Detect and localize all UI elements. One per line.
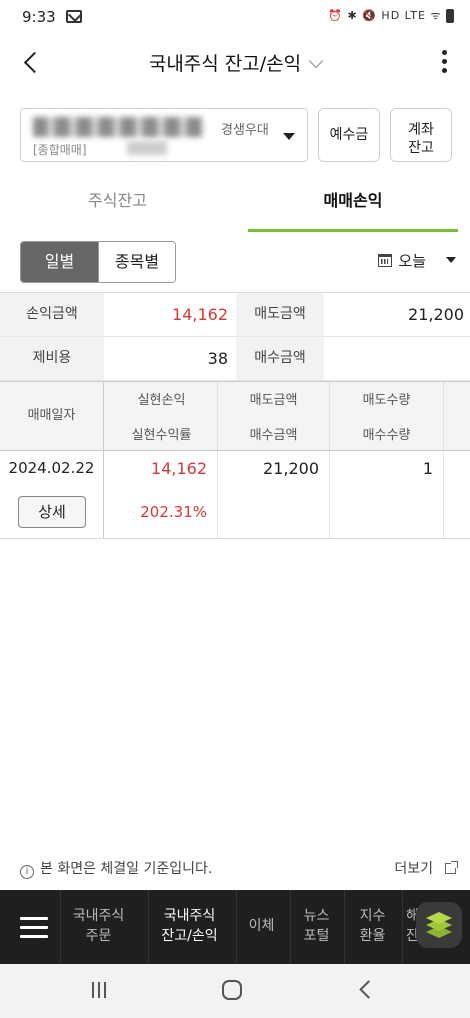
summary-row: 제비용 38 매수금액 — [0, 337, 470, 381]
account-balance-button[interactable]: 계좌 잔고 — [390, 108, 452, 162]
fees-value: 38 — [207, 349, 228, 368]
nav-label: 국내주식 — [163, 908, 216, 924]
layers-button[interactable] — [416, 902, 462, 948]
status-time: 9:33 — [22, 8, 56, 26]
account-type-redacted — [127, 141, 167, 155]
nav-label: 잔고/손익 — [161, 928, 218, 944]
dot-icon — [441, 59, 447, 64]
header-buy-qty: 매수수량 — [362, 428, 411, 443]
status-icons-text: ⏰ ✱ 🔇 HD LTE ᯤ — [328, 9, 442, 22]
system-nav-bar — [0, 964, 470, 1018]
tab-stock-balance[interactable]: 주식잔고 — [0, 174, 235, 232]
summary-row: 손익금액 14,162 매도금액 21,200 — [0, 293, 470, 337]
header-realized-pnl: 실현손익 — [137, 393, 186, 408]
row-sell-qty: 1 — [422, 459, 433, 478]
battery-icon — [446, 9, 454, 23]
recent-apps-button[interactable] — [92, 982, 110, 1000]
header-col-qty: 매도수량 매수수량 — [330, 382, 444, 450]
more-options-button[interactable] — [440, 50, 448, 78]
table-header: 매매일자 실현손익 실현수익률 매도금액 매수금액 매도수량 매수수량 — [0, 381, 470, 451]
layers-icon — [426, 912, 452, 924]
deposit-button[interactable]: 예수금 — [318, 108, 380, 162]
account-type: [종합매매] — [33, 143, 87, 157]
page-title[interactable]: 국내주식 잔고/손익 — [0, 49, 470, 76]
toggle-by-item[interactable]: 종목별 — [98, 242, 175, 282]
account-number-redacted — [33, 117, 203, 137]
account-selector[interactable]: 경생우대 [종합매매] — [20, 108, 308, 162]
trade-table: 매매일자 실현손익 실현수익률 매도금액 매수금액 매도수량 매수수량 2024… — [0, 381, 470, 539]
nav-domestic-balance[interactable]: 국내주식 잔고/손익 — [148, 890, 230, 964]
header-col-pnl: 실현손익 실현수익률 — [106, 382, 218, 450]
info-icon: i — [20, 865, 34, 879]
more-link[interactable]: 더보기 — [394, 858, 458, 878]
nav-index-fx[interactable]: 지수 환율 — [344, 890, 400, 964]
nav-label: 국내주식 — [72, 908, 125, 924]
external-link-icon — [445, 861, 458, 874]
summary-grid: 손익금액 14,162 매도금액 21,200 제비용 38 매수금액 — [0, 292, 470, 381]
caret-down-icon — [446, 257, 456, 263]
row-pnl-cell: 14,162 202.31% — [106, 451, 218, 538]
calendar-icon — [378, 254, 393, 267]
detail-button[interactable]: 상세 — [18, 496, 86, 528]
page-title-text: 국내주식 잔고/손익 — [148, 53, 302, 75]
dot-icon — [441, 68, 447, 73]
header-buy-amount: 매수금액 — [249, 428, 298, 443]
more-link-text: 더보기 — [394, 861, 433, 877]
nav-label: 뉴스 — [303, 908, 330, 924]
view-toggle: 일별 종목별 — [20, 241, 176, 283]
system-back-button[interactable] — [359, 980, 378, 999]
header-trade-date: 매매일자 — [0, 382, 104, 450]
caret-down-icon — [283, 133, 295, 140]
row-realized-pnl: 14,162 — [151, 459, 207, 478]
tab-bar: 주식잔고 매매손익 — [0, 174, 470, 232]
row-date: 2024.02.22 — [8, 459, 95, 477]
row-amount-cell: 21,200 — [218, 451, 330, 538]
bottom-nav: 국내주식 주문 국내주식 잔고/손익 이체 뉴스 포털 지수 환율 해 잔 — [0, 890, 470, 964]
chevron-down-icon — [309, 53, 324, 69]
pnl-amount-value: 14,162 — [172, 305, 228, 324]
row-qty-cell: 1 — [330, 451, 444, 538]
toggle-daily[interactable]: 일별 — [21, 242, 98, 282]
header-realized-return: 실현수익률 — [131, 428, 192, 443]
nav-domestic-order[interactable]: 국내주식 주문 — [60, 890, 136, 964]
table-row[interactable]: 2024.02.22 상세 14,162 202.31% 21,200 1 — [0, 451, 470, 539]
row-realized-return: 202.31% — [140, 503, 207, 521]
account-owner: 경생우대 — [221, 123, 269, 138]
account-balance-label-1: 계좌 — [408, 122, 434, 138]
fees-label: 제비용 — [0, 337, 104, 380]
dot-icon — [441, 50, 447, 55]
buy-amount-label: 매수금액 — [236, 337, 324, 380]
status-bar: 9:33 ⏰ ✱ 🔇 HD LTE ᯤ — [0, 0, 470, 36]
app-header: 국내주식 잔고/손익 — [0, 36, 470, 90]
footer-note-text: 본 화면은 체결일 기준입니다. — [40, 861, 213, 877]
pnl-amount-label: 손익금액 — [0, 293, 104, 336]
date-filter[interactable]: 오늘 — [378, 250, 456, 274]
row-sell-amount: 21,200 — [263, 459, 319, 478]
nav-news-portal[interactable]: 뉴스 포털 — [290, 890, 342, 964]
nav-label: 지수 — [359, 908, 386, 924]
buy-amount-value — [324, 337, 464, 380]
header-sell-amount: 매도금액 — [249, 393, 298, 408]
home-button[interactable] — [222, 980, 242, 1000]
header-sell-qty: 매도수량 — [362, 393, 411, 408]
menu-icon[interactable] — [20, 917, 48, 939]
date-filter-label: 오늘 — [398, 252, 426, 270]
nav-transfer[interactable]: 이체 — [236, 890, 286, 964]
nav-label: 환율 — [359, 928, 386, 944]
tab-trade-pnl[interactable]: 매매손익 — [248, 174, 458, 232]
account-balance-label-2: 잔고 — [408, 140, 434, 156]
sell-amount-label: 매도금액 — [236, 293, 324, 336]
sell-amount-value: 21,200 — [408, 305, 464, 324]
mail-icon — [66, 10, 82, 23]
row-date-cell: 2024.02.22 상세 — [0, 451, 104, 538]
nav-label: 주문 — [85, 928, 112, 944]
footer-note: i 본 화면은 체결일 기준입니다. — [20, 858, 212, 879]
header-col-amount: 매도금액 매수금액 — [218, 382, 330, 450]
status-icons: ⏰ ✱ 🔇 HD LTE ᯤ — [328, 8, 454, 23]
nav-label: 포털 — [303, 928, 330, 944]
